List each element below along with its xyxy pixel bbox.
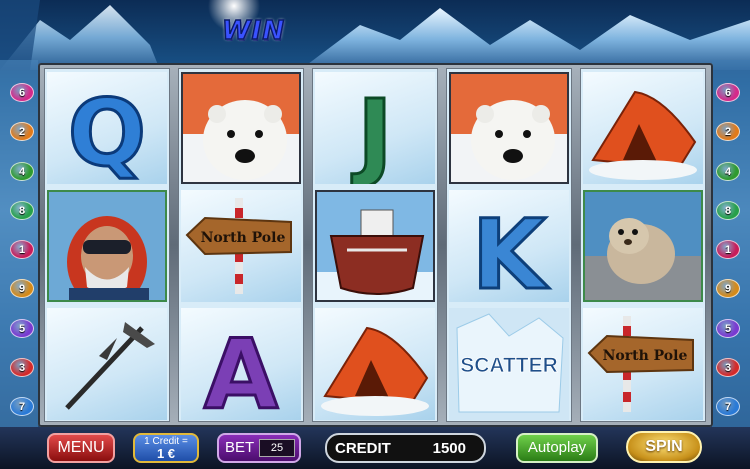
- symbol-polar-bear: [449, 72, 569, 184]
- credit-value-line2: 1 €: [156, 446, 176, 461]
- payline-left-8[interactable]: 8: [10, 200, 34, 220]
- payline-left-9[interactable]: 9: [10, 279, 34, 299]
- reel-2: North Pole A: [178, 68, 304, 422]
- payline-right-7[interactable]: 7: [716, 397, 740, 417]
- payline-right-4[interactable]: 4: [716, 161, 740, 181]
- reel-5: North Pole: [580, 68, 706, 422]
- bet-label: BET: [225, 439, 255, 456]
- payline-right-6[interactable]: 6: [716, 83, 740, 102]
- payline-left-7[interactable]: 7: [10, 397, 34, 417]
- payline-right-5[interactable]: 5: [716, 318, 740, 338]
- symbol-q: Q: [47, 72, 167, 184]
- symbol-north-pole-sign: North Pole: [583, 308, 703, 420]
- symbol-north-pole-sign: North Pole: [181, 190, 301, 302]
- reel-4: K SCATTER: [446, 68, 572, 422]
- symbol-a: A: [181, 308, 301, 420]
- payline-left-3[interactable]: 3: [10, 358, 34, 378]
- reel-1: Q: [44, 68, 170, 422]
- payline-right-8[interactable]: 8: [716, 200, 740, 220]
- bet-button[interactable]: BET 25: [217, 433, 301, 463]
- symbol-scatter: SCATTER: [449, 308, 569, 420]
- payline-left-1[interactable]: 1: [10, 240, 34, 260]
- payline-left-2[interactable]: 2: [10, 122, 34, 142]
- credit-value-button[interactable]: 1 Credit = 1 €: [133, 433, 199, 463]
- symbol-tent: [315, 308, 435, 420]
- credit-label: CREDIT: [335, 440, 391, 457]
- paylines-left: 6 2 4 8 1 9 5 3 7: [10, 83, 36, 437]
- symbol-polar-bear: [181, 72, 301, 184]
- scatter-text: SCATTER: [460, 354, 558, 377]
- north-pole-text: North Pole: [201, 230, 286, 246]
- game-title-logo: WIN: [221, 15, 286, 47]
- svg-text:A: A: [204, 319, 278, 420]
- payline-right-3[interactable]: 3: [716, 358, 740, 378]
- credit-display: CREDIT 1500: [325, 433, 486, 463]
- payline-left-4[interactable]: 4: [10, 161, 34, 181]
- symbol-tent: [583, 72, 703, 184]
- symbol-climber: [47, 190, 167, 302]
- reel-3: J: [312, 68, 438, 422]
- credit-amount: 1500: [432, 440, 466, 457]
- svg-text:Q: Q: [68, 80, 146, 184]
- symbol-ice-axe: [47, 308, 167, 420]
- north-pole-text: North Pole: [603, 348, 688, 364]
- menu-button[interactable]: MENU: [47, 433, 115, 463]
- symbol-seal: [583, 190, 703, 302]
- symbol-j: J: [315, 72, 435, 184]
- symbol-icebreaker-ship: [315, 190, 435, 302]
- payline-right-2[interactable]: 2: [716, 122, 740, 142]
- payline-left-6[interactable]: 6: [10, 83, 34, 102]
- svg-text:K: K: [472, 199, 550, 302]
- symbol-k: K: [449, 190, 569, 302]
- payline-left-5[interactable]: 5: [10, 318, 34, 338]
- payline-right-1[interactable]: 1: [716, 240, 740, 260]
- paylines-right: 6 2 4 8 1 9 5 3 7: [716, 83, 742, 437]
- svg-text:J: J: [351, 79, 393, 184]
- payline-right-9[interactable]: 9: [716, 279, 740, 299]
- spin-button[interactable]: SPIN: [626, 431, 702, 463]
- bet-value: 25: [259, 439, 295, 457]
- autoplay-button[interactable]: Autoplay: [516, 433, 598, 463]
